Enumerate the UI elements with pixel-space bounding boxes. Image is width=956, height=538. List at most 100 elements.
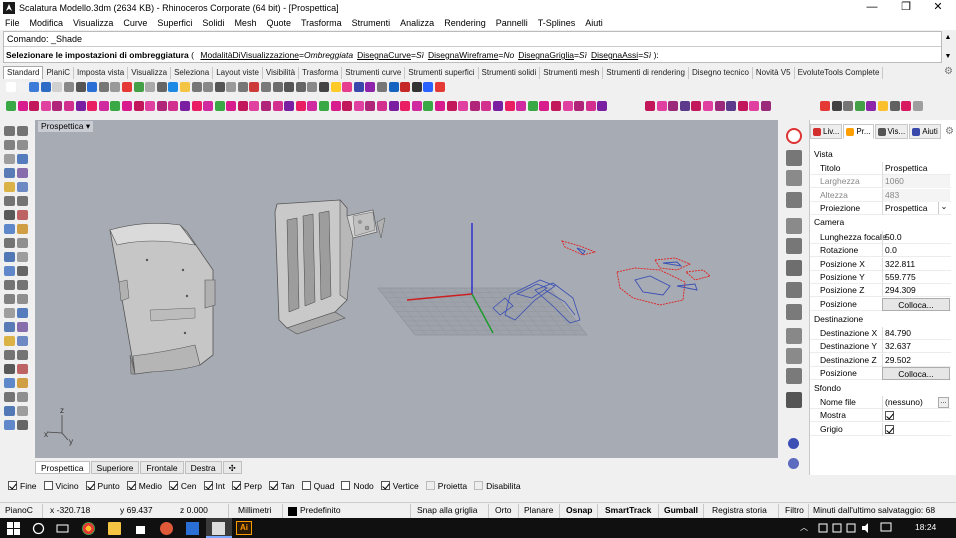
osnap-checkbox[interactable]	[203, 481, 213, 490]
left-tool-icon[interactable]	[17, 378, 28, 388]
tool-icon[interactable]	[434, 82, 445, 92]
viewport-tab-prospettica[interactable]: Prospettica	[35, 460, 90, 474]
menu-curve[interactable]: Curve	[123, 18, 147, 28]
store-icon[interactable]	[134, 522, 147, 535]
property-value[interactable]: Colloca...	[882, 366, 950, 380]
tool-icon[interactable]	[585, 101, 596, 111]
tool-icon[interactable]	[133, 82, 144, 92]
flat-parts-red[interactable]	[561, 240, 711, 306]
tool-icon[interactable]	[714, 101, 725, 111]
property-value[interactable]: 322.811	[882, 257, 950, 271]
property-value[interactable]: 50.0	[882, 231, 950, 244]
left-tool-icon[interactable]	[4, 392, 15, 402]
tool-icon[interactable]	[133, 101, 144, 111]
tool-icon[interactable]	[411, 82, 422, 92]
windows-start-icon[interactable]	[7, 522, 20, 535]
status-history[interactable]: Registra storia	[712, 505, 767, 515]
left-tool-icon[interactable]	[17, 196, 28, 206]
perspective-viewport[interactable]: Prospettica ▾ z x y	[35, 120, 778, 458]
tool-icon[interactable]	[40, 82, 51, 92]
status-layer[interactable]: Predefinito	[300, 505, 341, 515]
property-value[interactable]: 29.502	[882, 353, 950, 367]
chrome-icon[interactable]	[82, 522, 95, 535]
left-tool-icon[interactable]	[17, 350, 28, 360]
left-tool-icon[interactable]	[17, 406, 28, 416]
tool-icon[interactable]	[446, 101, 457, 111]
property-value[interactable]: 0.0	[882, 244, 950, 258]
toolbar-tab-visibilit-[interactable]: Visibilità	[263, 67, 300, 79]
tool-icon[interactable]	[87, 101, 98, 111]
osnap-int[interactable]: Int	[203, 481, 225, 491]
left-tool-icon[interactable]	[4, 336, 15, 346]
tool-icon[interactable]	[319, 101, 330, 111]
tool-icon[interactable]	[901, 101, 912, 111]
viewport-tab-frontale[interactable]: Frontale	[140, 460, 184, 474]
toolbar-tab-standard[interactable]: Standard	[3, 66, 44, 79]
status-ortho[interactable]: Orto	[495, 505, 512, 515]
property-checkbox[interactable]	[885, 411, 894, 421]
osnap-tan[interactable]: Tan	[268, 481, 295, 491]
tray-chevron-icon[interactable]: ︿	[800, 522, 808, 533]
left-tool-icon[interactable]	[4, 238, 15, 248]
tool-icon[interactable]	[214, 101, 225, 111]
tool-icon[interactable]	[668, 101, 679, 111]
tool-icon[interactable]	[295, 101, 306, 111]
tool-icon[interactable]	[342, 82, 353, 92]
tool-icon[interactable]	[307, 82, 318, 92]
tool-icon[interactable]	[179, 82, 190, 92]
left-tool-icon[interactable]	[17, 280, 28, 290]
tool-icon[interactable]	[156, 82, 167, 92]
command-scroll-up-icon[interactable]: ▲	[943, 33, 953, 43]
view-tool-icon[interactable]	[788, 438, 799, 449]
tool-icon[interactable]	[342, 101, 353, 111]
tool-icon[interactable]	[388, 101, 399, 111]
tool-icon[interactable]	[365, 82, 376, 92]
tool-icon[interactable]	[17, 101, 28, 111]
osnap-checkbox[interactable]	[380, 481, 390, 490]
tool-icon[interactable]	[191, 101, 202, 111]
add-viewport-icon[interactable]: ✣	[222, 460, 242, 474]
tool-icon[interactable]	[411, 101, 422, 111]
view-tool-icon[interactable]	[786, 218, 802, 234]
tool-icon[interactable]	[145, 101, 156, 111]
left-tool-icon[interactable]	[17, 182, 28, 192]
tool-icon[interactable]	[29, 82, 40, 92]
panel-tab-2[interactable]: Vis...	[874, 124, 909, 139]
tool-icon[interactable]	[353, 101, 364, 111]
file-explorer-icon[interactable]	[108, 522, 121, 535]
toolbar-tab-trasforma[interactable]: Trasforma	[299, 67, 343, 79]
view-tool-icon[interactable]	[786, 368, 802, 384]
left-tool-icon[interactable]	[17, 140, 28, 150]
panel-settings-icon[interactable]: ⚙	[945, 126, 954, 137]
view-tool-icon[interactable]	[786, 192, 802, 208]
illustrator-icon[interactable]: Ai	[236, 521, 252, 535]
tool-icon[interactable]	[843, 101, 854, 111]
tool-icon[interactable]	[98, 101, 109, 111]
tool-icon[interactable]	[737, 101, 748, 111]
toolbar-tab-strumenti-di-rendering[interactable]: Strumenti di rendering	[603, 67, 689, 79]
tool-icon[interactable]	[726, 101, 737, 111]
tool-icon[interactable]	[400, 101, 411, 111]
osnap-punto[interactable]: Punto	[85, 481, 120, 491]
osnap-checkbox[interactable]	[126, 481, 136, 490]
left-tool-icon[interactable]	[4, 266, 15, 276]
tool-icon[interactable]	[75, 82, 86, 92]
tool-icon[interactable]	[597, 101, 608, 111]
menu-quote[interactable]: Quote	[266, 18, 291, 28]
dropdown-arrow-icon[interactable]: ⌄	[938, 201, 949, 214]
tool-icon[interactable]	[504, 101, 515, 111]
tool-icon[interactable]	[6, 101, 16, 111]
tool-icon[interactable]	[214, 82, 225, 92]
menu-solidi[interactable]: Solidi	[202, 18, 224, 28]
tool-icon[interactable]	[284, 82, 295, 92]
left-tool-icon[interactable]	[4, 406, 15, 416]
tool-icon[interactable]	[434, 101, 445, 111]
view-tool-icon[interactable]	[786, 392, 802, 408]
view-tool-icon[interactable]	[786, 348, 802, 364]
property-value[interactable]: 84.790	[882, 327, 950, 340]
tool-icon[interactable]	[75, 101, 86, 111]
tool-icon[interactable]	[365, 101, 376, 111]
status-gumball[interactable]: Gumball	[664, 505, 698, 515]
status-planar[interactable]: Planare	[524, 505, 553, 515]
status-snap[interactable]: Snap alla griglia	[417, 505, 477, 515]
